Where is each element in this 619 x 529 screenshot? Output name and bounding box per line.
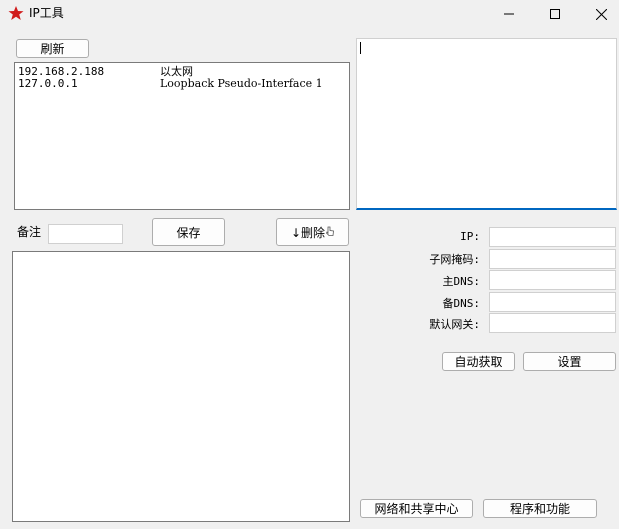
- primary-dns-input[interactable]: [489, 270, 616, 290]
- delete-button-label: ↓删除: [290, 225, 326, 240]
- programs-features-button[interactable]: 程序和功能: [483, 499, 597, 518]
- delete-button[interactable]: ↓删除: [276, 218, 349, 246]
- maximize-icon: [550, 9, 560, 19]
- adapter-ip: 127.0.0.1: [18, 77, 78, 90]
- maximize-button[interactable]: [532, 0, 578, 28]
- mask-label: 子网掩码:: [429, 253, 480, 266]
- close-icon: [595, 8, 607, 20]
- dns2-label: 备DNS:: [442, 297, 481, 310]
- info-textbox[interactable]: [356, 38, 617, 210]
- dns1-label: 主DNS:: [442, 275, 481, 288]
- red-star-icon: [8, 5, 24, 21]
- auto-obtain-button[interactable]: 自动获取: [442, 352, 515, 371]
- cursor-hand-icon: [326, 225, 334, 239]
- network-sharing-center-button[interactable]: 网络和共享中心: [360, 499, 473, 518]
- apply-settings-button[interactable]: 设置: [523, 352, 616, 371]
- list-item[interactable]: 127.0.0.1 Loopback Pseudo-Interface 1: [18, 78, 338, 90]
- notes-label: 备注: [17, 225, 42, 239]
- saved-configs-list[interactable]: [12, 251, 350, 522]
- adapter-name: Loopback Pseudo-Interface 1: [160, 77, 323, 90]
- subnet-mask-input[interactable]: [489, 249, 616, 269]
- minimize-button[interactable]: [486, 0, 532, 28]
- window-title: IP工具: [29, 6, 64, 20]
- adapter-list[interactable]: 192.168.2.188 以太网 127.0.0.1 Loopback Pse…: [14, 62, 350, 210]
- text-caret: [360, 42, 361, 54]
- ip-label: IP:: [460, 230, 480, 243]
- ip-input[interactable]: [489, 227, 616, 247]
- close-button[interactable]: [578, 0, 619, 28]
- minimize-icon: [504, 9, 514, 19]
- save-button[interactable]: 保存: [152, 218, 225, 246]
- notes-input[interactable]: [48, 224, 123, 244]
- secondary-dns-input[interactable]: [489, 292, 616, 312]
- refresh-button[interactable]: 刷新: [16, 39, 89, 58]
- gateway-input[interactable]: [489, 313, 616, 333]
- gateway-label: 默认网关:: [429, 318, 480, 331]
